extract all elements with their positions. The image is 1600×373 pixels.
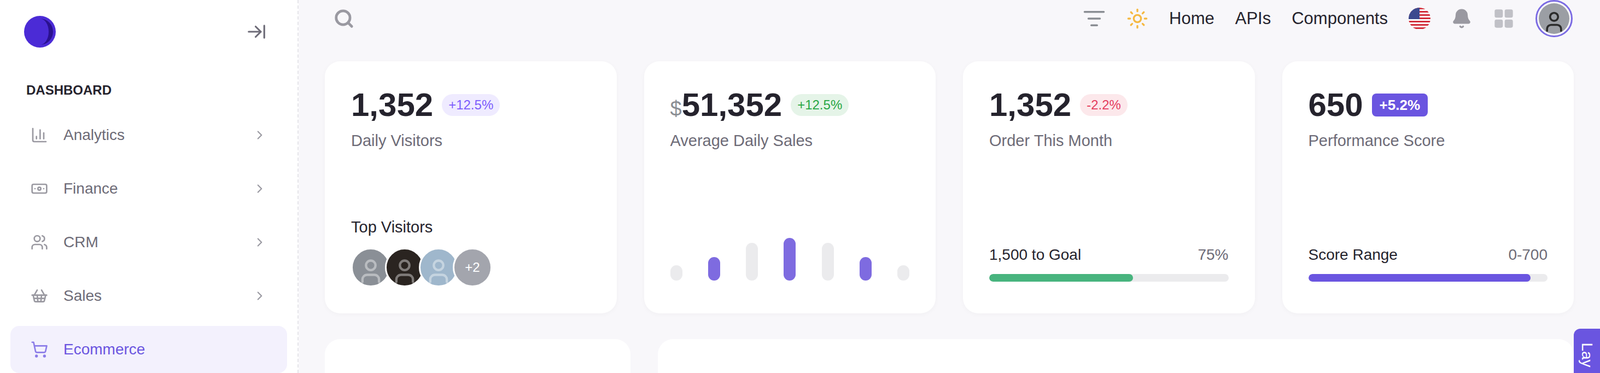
- sales-chart: [670, 237, 910, 288]
- sidebar-item[interactable]: Analytics: [10, 111, 288, 159]
- chevron-right-icon: [252, 127, 267, 143]
- menu-icon: [30, 340, 49, 359]
- person-icon: [390, 257, 419, 286]
- stat-card: 650 +5.2% Performance Score Score Range0-70…: [1282, 61, 1575, 314]
- nav-link[interactable]: APIs: [1235, 6, 1271, 32]
- progress-fill: [1308, 273, 1532, 282]
- sidebar: DASHBOARD Analytics Finance CRM Sales Ecommer…: [0, 0, 299, 373]
- top-visitors: Top Visitors+2: [351, 215, 591, 288]
- person-icon: [1542, 9, 1567, 34]
- stat-label: Order This Month: [989, 129, 1229, 154]
- stat-value: 1,352: [351, 88, 434, 122]
- layout-tab[interactable]: Lay: [1573, 328, 1600, 373]
- nav-link[interactable]: Home: [1169, 6, 1215, 32]
- next-row: [298, 313, 1600, 373]
- stat-label: Performance Score: [1308, 129, 1549, 154]
- chart-bar: [745, 242, 758, 281]
- progress-block: 1,500 to Goal75%: [989, 243, 1229, 288]
- badge: +12.5%: [441, 94, 500, 116]
- stat-card: 1,352 +12.5% Daily Visitors Top Visitors+2: [324, 61, 617, 314]
- badge: -2.2%: [1079, 94, 1128, 116]
- us-flag-icon[interactable]: [1408, 7, 1431, 30]
- nav-link[interactable]: Components: [1291, 6, 1388, 32]
- stat-value: 650: [1308, 88, 1364, 122]
- user-avatar[interactable]: [1535, 0, 1573, 38]
- bell-icon[interactable]: [1451, 8, 1473, 29]
- progress-block: Score Range0-700: [1308, 243, 1549, 288]
- menu-icon: [30, 126, 49, 144]
- stat-card: 1,352 -2.2% Order This Month 1,500 to Goal7…: [962, 61, 1255, 314]
- filter-icon[interactable]: [1082, 7, 1106, 31]
- sidebar-item[interactable]: Finance: [10, 165, 288, 213]
- badge: +12.5%: [790, 94, 849, 116]
- chevron-right-icon: [252, 235, 267, 250]
- progress-track: [989, 273, 1229, 282]
- sun-icon[interactable]: [1126, 7, 1149, 30]
- badge: +5.2%: [1371, 93, 1428, 117]
- menu-icon: [30, 179, 49, 198]
- chart-bar: [821, 242, 834, 281]
- menu-icon: [30, 233, 49, 251]
- stat-value: 1,352: [989, 88, 1072, 122]
- progress-track: [1308, 273, 1549, 282]
- chevron-right-icon: [252, 181, 267, 196]
- chart-bar: [783, 237, 796, 281]
- main: Home APIs Components 1,352 +12.5% Daily Visit…: [298, 0, 1600, 373]
- sidebar-item[interactable]: CRM: [10, 218, 288, 266]
- stat-label: Daily Visitors: [351, 129, 591, 154]
- logo-icon[interactable]: [24, 15, 56, 48]
- top-bar: Home APIs Components: [298, 0, 1600, 38]
- sidebar-item[interactable]: Ecommerce: [10, 325, 288, 373]
- sidebar-section: DASHBOARD: [0, 62, 298, 99]
- more-visitors[interactable]: +2: [452, 247, 493, 288]
- chevron-right-icon: [252, 288, 267, 303]
- stat-card: $51,352 +12.5% Average Daily Sales: [644, 61, 937, 314]
- chart-bar: [897, 265, 910, 281]
- person-icon: [356, 257, 385, 286]
- chart-bar: [859, 257, 872, 281]
- collapse-icon[interactable]: [246, 21, 267, 43]
- apps-icon[interactable]: [1492, 7, 1515, 30]
- search-icon[interactable]: [333, 8, 355, 29]
- sidebar-item[interactable]: Sales: [10, 272, 288, 320]
- stat-label: Average Daily Sales: [670, 129, 910, 154]
- stat-cards: 1,352 +12.5% Daily Visitors Top Visitors+2 $…: [298, 37, 1600, 314]
- chart-bar: [708, 257, 721, 281]
- chart-bar: [670, 265, 683, 281]
- app: DASHBOARD Analytics Finance CRM Sales Ecommer…: [0, 0, 1600, 373]
- person-icon: [424, 257, 453, 286]
- progress-fill: [989, 273, 1134, 282]
- stat-value: $51,352: [670, 88, 783, 122]
- menu-icon: [30, 287, 49, 305]
